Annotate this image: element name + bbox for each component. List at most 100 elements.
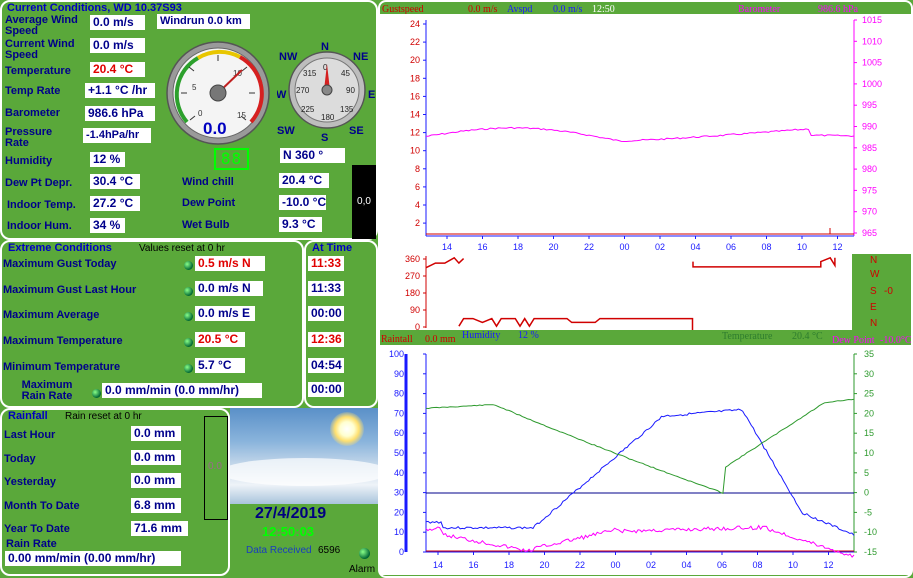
dew-depr-value: 30.4 °C [90,174,140,189]
extreme-reset: Values reset at 0 hr [139,243,225,254]
gauge-tick: 5 [192,83,197,92]
g1-x-tick: 18 [513,242,523,252]
rain-gauge: 0.0 [204,416,228,520]
g3-left-tick: 0 [399,547,404,557]
time-display: 12:50:03 [262,524,315,539]
cur-wind-label: Current Wind Speed [5,38,75,61]
g3-right-tick: 15 [864,428,874,438]
g1-right-tick: 1005 [862,58,882,68]
g1-left-tick: 4 [415,200,420,210]
g3-left-tick: 10 [394,527,404,537]
ext-label-0: Maximum Gust Today [3,258,117,270]
g1-x-tick: 16 [477,242,487,252]
temperature-trace [425,398,855,494]
ext-value-1: 0.0 m/s N [195,281,263,296]
avg-wind-label: Average Wind Speed [5,14,78,37]
g1-left-tick: 2 [415,218,420,228]
gauge-value: 0.0 [203,119,227,138]
ext-label-2: Maximum Average [3,309,100,321]
temp-label: Temperature [5,65,71,77]
g3-right-tick: -10 [864,527,877,537]
rain-yesterday-value: 0.0 mm [131,473,181,488]
compass-s: S [321,132,329,144]
g1-x-tick: 08 [761,242,771,252]
pressure-rate-value: -1.4hPa/hr [83,128,151,143]
g3-x-tick: 02 [646,560,656,570]
g1-right-tick: 990 [862,122,877,132]
dew-point-value: -10.0 °C [279,195,326,210]
pressure-rate-label: Pressure Rate [5,126,53,149]
g3-right-tick: 0 [864,488,869,498]
g3-right-tick: 20 [864,408,874,418]
svg-text:315: 315 [303,69,317,78]
alarm-label: Alarm [349,564,376,575]
weather-sky-image [230,408,378,504]
g1-x-tick: 00 [619,242,629,252]
svg-text:90: 90 [346,86,355,95]
g3-right-tick: -15 [864,547,877,557]
g1-left-tick: 12 [410,128,420,138]
g1-x-tick: 14 [442,242,452,252]
g1-x-tick: 04 [690,242,700,252]
g3-x-tick: 20 [539,560,549,570]
ext-time-0: 11:33 [308,256,344,271]
rain-yesterday-label: Yesterday [4,476,56,488]
dir-legend-s: S [870,286,877,297]
ext-time-3: 12:36 [308,332,344,347]
humidity-label: Humidity [5,155,53,167]
rain-today-label: Today [4,453,36,465]
temp-rate-label: Temp Rate [5,85,61,97]
humidity-trace [425,408,855,536]
ext-value-4: 5.7 °C [195,358,245,373]
g3-x-tick: 12 [823,560,833,570]
ext-label-5: Maximum Rain Rate [21,379,73,402]
ext-time-2: 00:00 [308,306,344,321]
g3-left-tick: 30 [394,488,404,498]
rain-month-label: Month To Date [4,500,80,512]
g3-temp-value: 20.4 °C [792,331,823,342]
rain-month-value: 6.8 mm [131,498,181,513]
date-display: 27/4/2019 [255,505,327,522]
dir-legend-n2: N [870,318,878,329]
g3-left-tick: 60 [394,428,404,438]
g3-right-tick: 25 [864,389,874,399]
g3-rain-value: 0.0 mm [425,334,456,345]
wind-chill-value: 20.4 °C [279,173,329,188]
g3-x-tick: 04 [681,560,691,570]
g1-right-tick: 1000 [862,79,882,89]
compass-e: E [368,89,375,101]
g3-x-tick: 16 [468,560,478,570]
g1-right-tick: 995 [862,100,877,110]
ext-value-0: 0.5 m/s N [195,256,265,271]
rain-gauge-value: 0.0 [208,461,222,472]
wind-chill-label: Wind chill [182,176,234,188]
wind-direction-compass: N NE E NW W 0 45 90 135 180 225 270 315 [277,41,375,129]
ext-time-5: 00:00 [308,382,344,397]
compass-nw: NW [279,51,298,63]
g1-right-tick: 1015 [862,15,882,25]
rain-rate-label: Rain Rate [6,538,57,550]
g3-left-tick: 100 [389,349,404,359]
windrun-value: Windrun 0.0 km [157,14,250,29]
g1-left-tick: 22 [410,37,420,47]
g1-x-tick: 20 [548,242,558,252]
g3-hum-value: 12 % [518,330,539,341]
compass-ne: NE [353,51,368,63]
g3-left-tick: 80 [394,389,404,399]
g3-right-tick: 35 [864,349,874,359]
current-conditions-title: Current Conditions, WD 10.37S93 [7,2,182,14]
ext-time-4: 04:54 [308,358,344,373]
svg-text:270: 270 [296,86,310,95]
g2-dir-trace-b [458,317,694,330]
indoor-temp-label: Indoor Temp. [7,199,76,211]
temp-humidity-chart: 100 90 80 70 60 50 40 30 20 10 0 35 30 25 20 15 10 5 0 -5 -1… [380,345,911,575]
g1-left-tick: 20 [410,55,420,65]
svg-text:135: 135 [340,105,354,114]
temp-rate-value: +1.1 °C /hr [85,83,155,98]
g3-x-tick: 10 [788,560,798,570]
g3-left-tick: 20 [394,507,404,517]
ext-dot-4 [184,364,193,373]
ext-label-4: Minimum Temperature [3,361,121,373]
rain-last-hour-label: Last Hour [4,429,56,441]
ext-value-3: 20.5 °C [195,332,245,347]
